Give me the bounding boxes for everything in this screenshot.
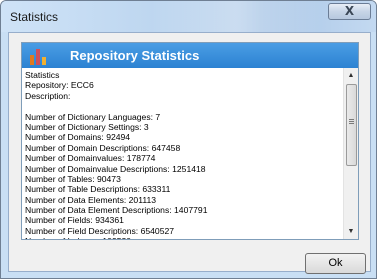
scroll-thumb[interactable] <box>346 84 357 166</box>
statistics-line: Number of Data Element Descriptions: 140… <box>25 205 208 216</box>
window-title: Statistics <box>10 10 59 24</box>
statistics-line: Statistics <box>25 70 60 80</box>
scroll-up-arrow-icon[interactable]: ▲ <box>344 68 358 83</box>
statistics-text-area[interactable]: Statistics Repository: ECC6 Description: Nu… <box>22 68 343 239</box>
statistics-text: Statistics Repository: ECC6 Description: Nu… <box>25 70 207 239</box>
close-icon: X <box>344 4 355 18</box>
dialog-body: Repository Statistics Statistics Reposito… <box>8 32 371 274</box>
panel-header: Repository Statistics <box>22 43 358 68</box>
statistics-line: Number of Dictionary Languages: 7 <box>25 111 161 122</box>
statistics-line: Description: <box>25 90 71 101</box>
statistics-line: Number of Fields: 934361 <box>25 215 124 226</box>
statistics-line: Number of Domainvalues: 178774 <box>25 153 156 164</box>
close-button[interactable]: X <box>328 3 371 20</box>
scroll-grip <box>349 119 354 120</box>
statistics-line: Number of Domainvalue Descriptions: 1251… <box>25 163 206 174</box>
title-bar[interactable]: Statistics X <box>1 1 376 32</box>
statistics-line: Number of Domains: 92494 <box>25 132 131 143</box>
statistics-line: Number of Dictionary Settings: 3 <box>25 121 149 132</box>
statistics-line: Number of Table Descriptions: 633311 <box>25 184 171 195</box>
scroll-down-arrow-icon[interactable]: ▼ <box>344 224 358 239</box>
statistics-line: Number of Tables: 90473 <box>25 173 121 184</box>
statistics-panel: Repository Statistics Statistics Reposito… <box>21 42 359 240</box>
statistics-line: Number of Field Descriptions: 6540527 <box>25 225 175 236</box>
bar-chart-icon <box>30 49 46 65</box>
statistics-line: Number of Indexes: 109520 <box>25 236 207 239</box>
ok-button[interactable]: Ok <box>305 253 366 274</box>
panel-title: Repository Statistics <box>70 48 200 63</box>
statistics-line <box>25 101 207 111</box>
statistics-dialog: Statistics X Repository Statistics Stati… <box>0 0 377 279</box>
vertical-scrollbar[interactable]: ▲ ▼ <box>343 68 358 239</box>
statistics-line: Repository: ECC6 <box>25 80 94 91</box>
statistics-line: Number of Data Elements: 201113 <box>25 194 157 205</box>
statistics-line: Number of Domain Descriptions: 647458 <box>25 142 181 153</box>
